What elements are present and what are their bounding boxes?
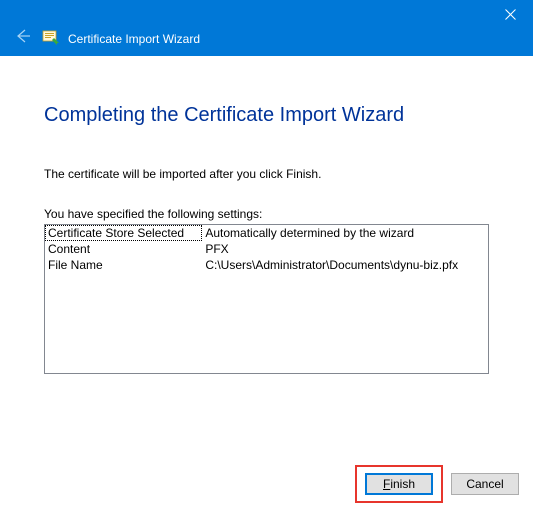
back-arrow-icon — [13, 27, 31, 45]
table-row: Content PFX — [45, 241, 488, 257]
titlebar: Certificate Import Wizard — [0, 0, 533, 56]
setting-key: Certificate Store Selected — [45, 225, 202, 241]
settings-listbox[interactable]: Certificate Store Selected Automatically… — [44, 224, 489, 374]
settings-table: Certificate Store Selected Automatically… — [45, 225, 488, 273]
cancel-button[interactable]: Cancel — [451, 473, 519, 495]
finish-highlight: Finish — [355, 465, 443, 503]
setting-key: Content — [45, 241, 202, 257]
page-heading: Completing the Certificate Import Wizard — [44, 104, 489, 127]
setting-value: C:\Users\Administrator\Documents\dynu-bi… — [202, 257, 488, 273]
setting-value: PFX — [202, 241, 488, 257]
settings-label: You have specified the following setting… — [44, 207, 489, 221]
certificate-icon — [42, 28, 60, 46]
content-area: Completing the Certificate Import Wizard… — [0, 56, 533, 374]
setting-value: Automatically determined by the wizard — [202, 225, 488, 241]
close-button[interactable] — [488, 0, 533, 28]
button-row: Finish Cancel — [355, 465, 519, 503]
close-icon — [505, 9, 516, 20]
setting-key: File Name — [45, 257, 202, 273]
finish-button[interactable]: Finish — [365, 473, 433, 495]
table-row: File Name C:\Users\Administrator\Documen… — [45, 257, 488, 273]
back-button[interactable] — [12, 26, 32, 46]
instruction-text: The certificate will be imported after y… — [44, 167, 489, 181]
window-title: Certificate Import Wizard — [68, 32, 200, 46]
table-row: Certificate Store Selected Automatically… — [45, 225, 488, 241]
